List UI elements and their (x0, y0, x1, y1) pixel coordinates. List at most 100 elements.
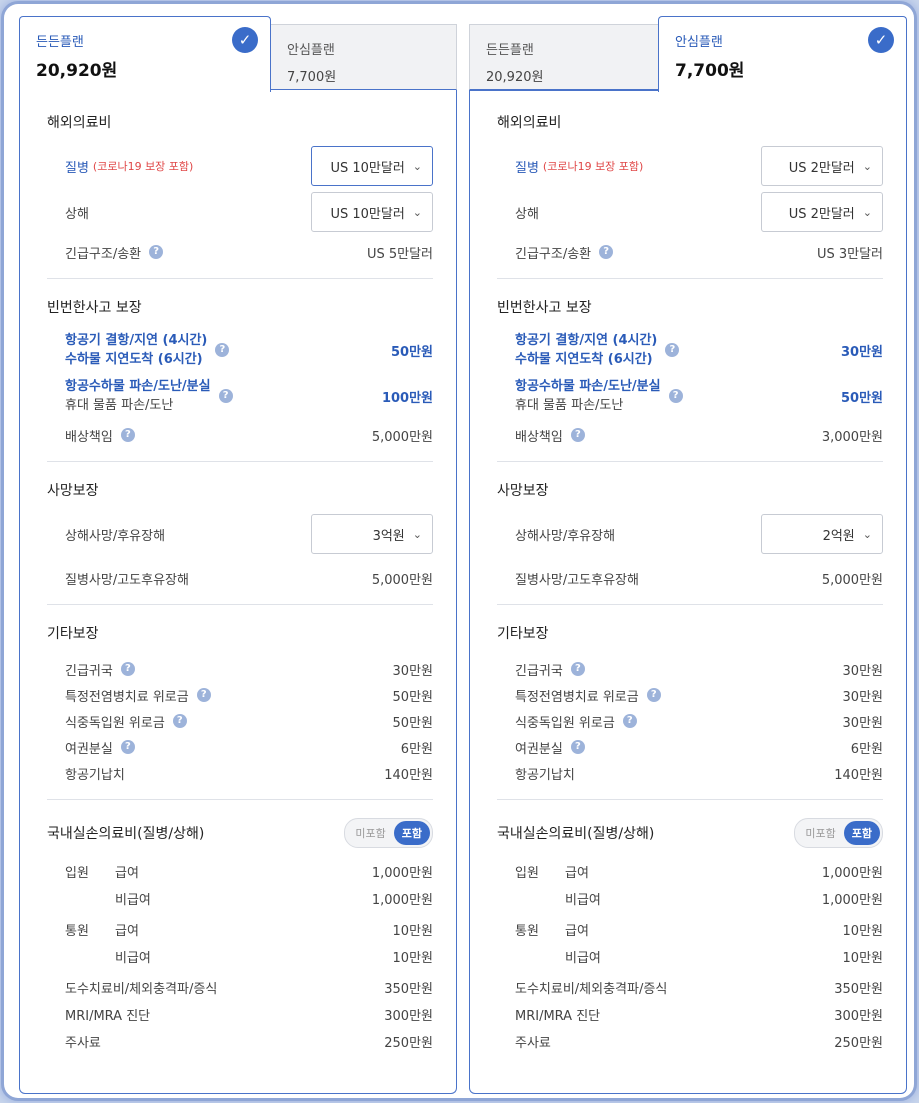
domestic-extra-value: 250만원 (384, 1036, 433, 1051)
chevron-down-icon: ⌄ (862, 159, 872, 173)
help-icon[interactable]: ? (196, 688, 211, 702)
domestic-extra-label: 도수치료비/체외충격파/증식 (65, 982, 218, 997)
other-list: 긴급귀국? 30만원 특정전염병치료 위로금? 50만원 식중독입원 위로금? 50만원 여… (47, 657, 433, 785)
liability-value: 5,000만원 (371, 429, 433, 445)
other-item-label: 긴급귀국 (515, 663, 563, 679)
other-item: 식중독입원 위로금? 30만원 (497, 709, 883, 733)
covered-label: 급여 (115, 866, 139, 881)
chevron-down-icon: ⌄ (862, 205, 872, 219)
row-illness-death: 질병사망/고도후유장해 5,000만원 (497, 566, 883, 590)
other-item: 식중독입원 위로금? 50만원 (47, 709, 433, 733)
inactive-plan-name: 든든플랜 (486, 43, 534, 58)
other-item-value: 30만원 (842, 715, 883, 731)
inpatient-covered-value: 1,000만원 (821, 866, 883, 881)
help-icon[interactable]: ? (149, 245, 164, 259)
help-icon[interactable]: ? (120, 662, 135, 676)
injury-death-label: 상해사망/후유장해 (65, 528, 166, 544)
help-icon[interactable]: ? (570, 428, 585, 442)
domestic-toggle[interactable]: 미포함 포함 (344, 818, 433, 848)
toggle-exclude[interactable]: 미포함 (347, 821, 393, 845)
other-item-value: 30만원 (842, 663, 883, 679)
rescue-value: US 5만달러 (366, 246, 433, 262)
toggle-include[interactable]: 포함 (843, 821, 880, 845)
help-icon[interactable]: ? (218, 389, 233, 403)
check-icon: ✓ (232, 27, 258, 53)
divider (497, 799, 883, 800)
illness-select[interactable]: US 10만달러 ⌄ (311, 146, 433, 186)
help-icon[interactable]: ? (646, 688, 661, 702)
domestic-toggle[interactable]: 미포함 포함 (794, 818, 883, 848)
help-icon[interactable]: ? (622, 714, 637, 728)
inpatient-noncovered-value: 1,000만원 (371, 893, 433, 908)
other-item-value: 50만원 (392, 689, 433, 705)
help-icon[interactable]: ? (570, 662, 585, 676)
row-baggage-damage: 항공수하물 파손/도난/분실 휴대 물품 파손/도난 ? 100만원 (47, 377, 433, 415)
help-icon[interactable]: ? (120, 740, 135, 754)
toggle-exclude[interactable]: 미포함 (797, 821, 843, 845)
inactive-plan-price: 20,920원 (486, 70, 544, 85)
baggage-delay-label: 수하물 지연도착 (6시간) (65, 352, 203, 367)
injury-select[interactable]: US 2만달러 ⌄ (761, 192, 883, 232)
baggage-delay-label: 수하물 지연도착 (6시간) (515, 352, 653, 367)
other-item-label: 식중독입원 위로금 (65, 715, 165, 731)
tab-inactive-plan[interactable]: 안심플랜 7,700원 (270, 24, 457, 90)
other-item-value: 140만원 (834, 767, 883, 783)
tab-inactive-plan[interactable]: 든든플랜 20,920원 (469, 24, 659, 90)
covered-label: 급여 (115, 924, 139, 939)
help-icon[interactable]: ? (215, 343, 230, 357)
row-illness-death: 질병사망/고도후유장해 5,000만원 (47, 566, 433, 590)
flight-delay-label: 항공기 결항/지연 (4시간) (65, 333, 208, 348)
other-item-value: 50만원 (392, 715, 433, 731)
outpatient-covered-value: 10만원 (842, 924, 883, 939)
injury-death-select-value: 3억원 (372, 528, 405, 544)
domestic-extra-item: 도수치료비/체외충격파/증식 350만원 (497, 974, 883, 1001)
noncovered-label: 비급여 (115, 951, 151, 966)
other-item-label: 특정전염병치료 위로금 (515, 689, 639, 705)
help-icon[interactable]: ? (665, 343, 680, 357)
other-item-label: 항공기납치 (515, 767, 575, 783)
liability-value: 3,000만원 (821, 429, 883, 445)
domestic-extra-value: 300만원 (834, 1009, 883, 1024)
help-icon[interactable]: ? (172, 714, 187, 728)
baggage-damage-label: 항공수하물 파손/도난/분실 (65, 379, 211, 394)
help-icon[interactable]: ? (570, 740, 585, 754)
other-list: 긴급귀국? 30만원 특정전염병치료 위로금? 30만원 식중독입원 위로금? 30만원 여… (497, 657, 883, 785)
injury-death-select[interactable]: 2억원 ⌄ (761, 514, 883, 554)
help-icon[interactable]: ? (668, 389, 683, 403)
belongings-damage-label: 휴대 물품 파손/도난 (65, 398, 174, 413)
injury-select[interactable]: US 10만달러 ⌄ (311, 192, 433, 232)
other-item: 여권분실? 6만원 (47, 735, 433, 759)
injury-select-value: US 2만달러 (788, 206, 855, 222)
row-outpatient-covered: 통원 급여 10만원 (47, 916, 433, 943)
other-item-label: 항공기납치 (65, 767, 125, 783)
chevron-down-icon: ⌄ (862, 527, 872, 541)
active-plan-price: 20,920원 (36, 61, 118, 81)
noncovered-label: 비급여 (565, 893, 601, 908)
outpatient-noncovered-value: 10만원 (392, 951, 433, 966)
inpatient-covered-value: 1,000만원 (371, 866, 433, 881)
injury-death-label: 상해사망/후유장해 (515, 528, 616, 544)
row-illness: 질병 (코로나19 보장 포함) US 10만달러 ⌄ (47, 146, 433, 186)
other-item: 항공기납치 140만원 (497, 761, 883, 785)
help-icon[interactable]: ? (120, 428, 135, 442)
belongings-damage-label: 휴대 물품 파손/도난 (515, 398, 624, 413)
rescue-label: 긴급구조/송환 (515, 246, 592, 262)
covered-label: 급여 (565, 924, 589, 939)
other-item: 여권분실? 6만원 (497, 735, 883, 759)
injury-death-select[interactable]: 3억원 ⌄ (311, 514, 433, 554)
row-domestic-header: 국내실손의료비(질병/상해) 미포함 포함 (47, 818, 433, 848)
domestic-extra-item: 도수치료비/체외충격파/증식 350만원 (47, 974, 433, 1001)
illness-select[interactable]: US 2만달러 ⌄ (761, 146, 883, 186)
other-item: 긴급귀국? 30만원 (47, 657, 433, 681)
active-plan-name: 든든플랜 (36, 35, 84, 50)
tab-active-plan[interactable]: 든든플랜 20,920원 ✓ (19, 16, 271, 92)
help-icon[interactable]: ? (599, 245, 614, 259)
toggle-include[interactable]: 포함 (393, 821, 430, 845)
row-inpatient-noncovered: 비급여 1,000만원 (497, 885, 883, 912)
row-outpatient-noncovered: 비급여 10만원 (47, 943, 433, 970)
illness-death-value: 5,000만원 (821, 572, 883, 588)
tab-active-plan[interactable]: 안심플랜 7,700원 ✓ (658, 16, 907, 92)
row-outpatient-covered: 통원 급여 10만원 (497, 916, 883, 943)
domestic-extra-label: MRI/MRA 진단 (515, 1009, 601, 1024)
row-injury-death: 상해사망/후유장해 3억원 ⌄ (47, 514, 433, 554)
